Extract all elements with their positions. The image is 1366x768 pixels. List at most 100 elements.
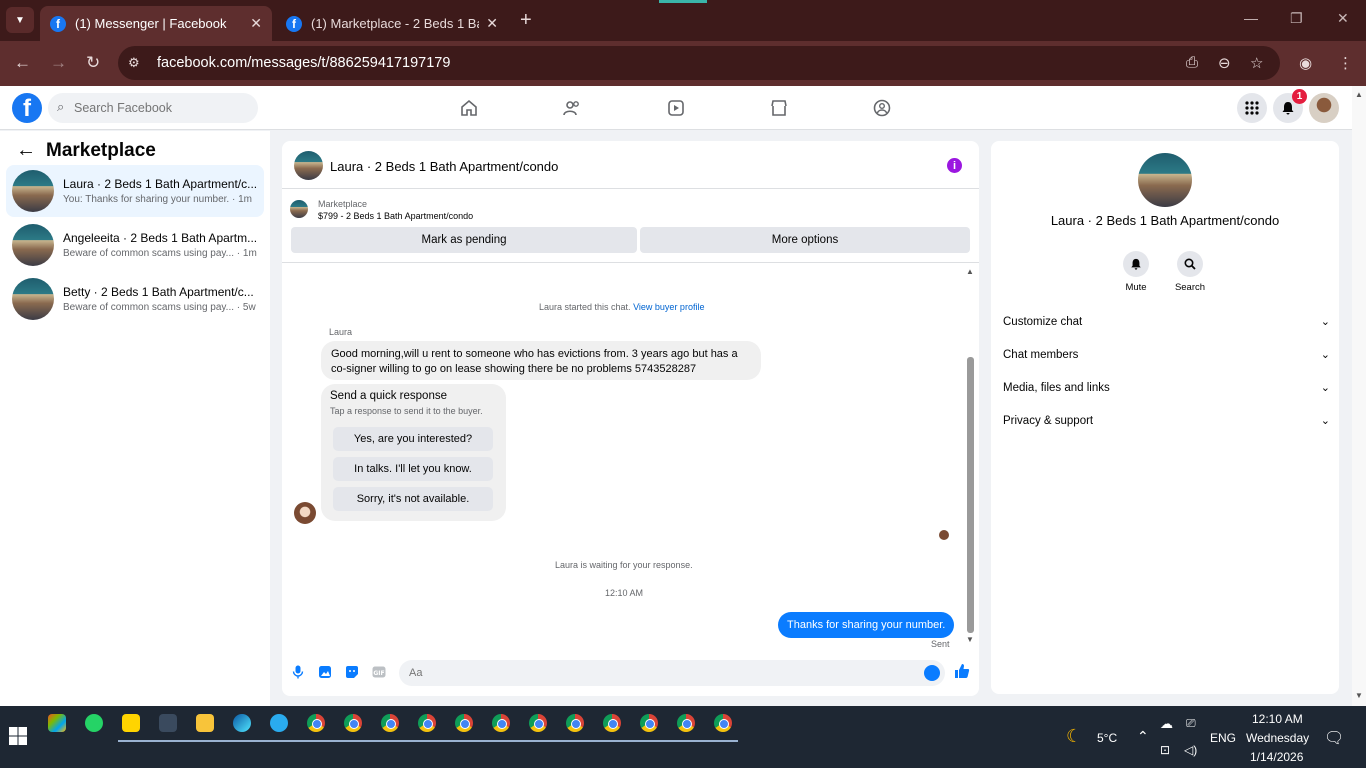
conversation-item[interactable]: Angeleeita · 2 Beds 1 Bath Apartm... Bew… [6, 219, 264, 271]
customize-chat-section[interactable]: Customize chat ⌄ [1003, 313, 1330, 333]
tab-search-button[interactable]: ▼ [6, 7, 34, 33]
close-tab-icon[interactable]: ✕ [486, 15, 498, 32]
scroll-up-icon[interactable]: ▲ [966, 267, 974, 276]
page-scrollbar[interactable]: ▲ ▼ [1352, 86, 1366, 706]
network-icon[interactable]: ⊡ [1160, 743, 1170, 757]
chrome-icon[interactable] [566, 714, 584, 732]
address-bar[interactable]: ⚙ facebook.com/messages/t/88625941719717… [118, 46, 1280, 80]
edge-icon[interactable] [233, 714, 251, 732]
sender-avatar[interactable] [294, 502, 316, 524]
new-tab-button[interactable]: + [520, 9, 532, 32]
copilot-icon[interactable] [48, 714, 66, 732]
weather-moon-icon[interactable]: ☾ [1066, 726, 1082, 747]
back-button[interactable]: ← [14, 53, 31, 73]
scroll-thumb[interactable] [967, 357, 974, 633]
meet-now-icon[interactable]: ⎚ [1186, 716, 1196, 731]
view-buyer-profile-link[interactable]: View buyer profile [633, 302, 704, 312]
quick-response-button[interactable]: In talks. I'll let you know. [333, 457, 493, 481]
zoom-icon[interactable]: ⊖ [1218, 54, 1231, 72]
profile-icon[interactable]: ◉ [1299, 54, 1312, 72]
windows-start-icon[interactable] [9, 727, 27, 745]
chrome-icon[interactable] [677, 714, 695, 732]
chat-title[interactable]: Laura · 2 Beds 1 Bath Apartment/condo [330, 159, 558, 174]
privacy-support-section[interactable]: Privacy & support ⌄ [1003, 412, 1330, 432]
close-tab-icon[interactable]: ✕ [250, 15, 262, 32]
mark-as-pending-button[interactable]: Mark as pending [291, 227, 637, 253]
clock-date[interactable]: 1/14/2026 [1250, 750, 1303, 764]
bookmark-star-icon[interactable]: ☆ [1250, 54, 1263, 72]
emoji-icon[interactable] [924, 665, 940, 681]
message-input[interactable] [409, 665, 909, 681]
site-info-icon[interactable]: ⚙ [128, 55, 140, 71]
whatsapp-icon[interactable] [85, 714, 103, 732]
friends-icon[interactable] [561, 97, 583, 119]
install-app-icon[interactable]: ⎙ [1186, 54, 1198, 71]
language-indicator[interactable]: ENG [1210, 731, 1236, 745]
groups-icon[interactable] [871, 97, 893, 119]
gif-icon[interactable]: GIF [371, 664, 387, 680]
home-icon[interactable] [458, 97, 480, 119]
quick-response-button[interactable]: Yes, are you interested? [333, 427, 493, 451]
chat-header: Laura · 2 Beds 1 Bath Apartment/condo i [282, 141, 979, 189]
browser-tab-bar: ▼ f (1) Messenger | Facebook ✕ f (1) Mar… [0, 0, 1366, 41]
menu-grid-icon[interactable] [1237, 93, 1267, 123]
tray-overflow-icon[interactable]: ⌃ [1137, 728, 1149, 745]
chrome-icon[interactable] [455, 714, 473, 732]
message-composer[interactable] [399, 660, 945, 686]
close-window-button[interactable]: ✕ [1337, 10, 1349, 27]
chrome-icon[interactable] [529, 714, 547, 732]
watch-icon[interactable] [665, 97, 687, 119]
info-icon[interactable]: i [947, 158, 962, 173]
forward-button[interactable]: → [50, 53, 67, 73]
chrome-icon[interactable] [307, 714, 325, 732]
chat-scrollbar[interactable]: ▲ ▼ [965, 265, 976, 647]
mute-button[interactable]: Mute [1116, 251, 1156, 293]
tab-marketplace[interactable]: f (1) Marketplace - 2 Beds 1 Bath ✕ [276, 6, 508, 41]
facebook-search[interactable]: ⌕ [48, 93, 258, 123]
scroll-up-icon[interactable]: ▲ [1355, 90, 1363, 99]
app-icon[interactable] [159, 714, 177, 732]
marketplace-icon[interactable] [768, 97, 790, 119]
chrome-icon[interactable] [418, 714, 436, 732]
search-in-chat-button[interactable]: Search [1170, 251, 1210, 293]
thumbs-up-icon[interactable] [954, 663, 970, 684]
restore-button[interactable]: ❐ [1290, 10, 1303, 27]
account-avatar[interactable] [1309, 93, 1339, 123]
chrome-icon[interactable] [381, 714, 399, 732]
chrome-icon[interactable] [714, 714, 732, 732]
sticky-notes-icon[interactable] [122, 714, 140, 732]
quick-response-button[interactable]: Sorry, it's not available. [333, 487, 493, 511]
minimize-button[interactable]: — [1244, 10, 1258, 26]
conversation-item[interactable]: Betty · 2 Beds 1 Bath Apartment/c... Bew… [6, 273, 264, 325]
temperature[interactable]: 5°C [1097, 731, 1117, 745]
chat-thumbnail[interactable] [294, 151, 323, 180]
media-files-links-section[interactable]: Media, files and links ⌄ [1003, 379, 1330, 399]
onedrive-icon[interactable]: ☁ [1160, 716, 1173, 732]
chrome-icon[interactable] [492, 714, 510, 732]
scroll-down-icon[interactable]: ▼ [966, 635, 974, 644]
chrome-icon[interactable] [344, 714, 362, 732]
more-options-button[interactable]: More options [640, 227, 970, 253]
chat-profile-thumbnail[interactable] [1138, 153, 1192, 207]
notification-center-icon[interactable]: 🗨 [1324, 728, 1344, 748]
volume-icon[interactable]: ◁) [1184, 743, 1197, 757]
chat-members-section[interactable]: Chat members ⌄ [1003, 346, 1330, 366]
back-arrow-icon[interactable]: ← [16, 139, 36, 162]
conversation-item[interactable]: Laura · 2 Beds 1 Bath Apartment/c... You… [6, 165, 264, 217]
browser-menu-icon[interactable]: ⋮ [1338, 54, 1353, 72]
telegram-icon[interactable] [270, 714, 288, 732]
file-explorer-icon[interactable] [196, 714, 214, 732]
chrome-icon[interactable] [603, 714, 621, 732]
tab-messenger[interactable]: f (1) Messenger | Facebook ✕ [40, 6, 272, 41]
sticker-icon[interactable] [344, 664, 360, 680]
clock-day[interactable]: Wednesday [1246, 731, 1309, 745]
facebook-logo[interactable]: f [12, 93, 42, 123]
clock-time[interactable]: 12:10 AM [1252, 712, 1303, 726]
chrome-icon[interactable] [640, 714, 658, 732]
section-label: Privacy & support [1003, 415, 1094, 427]
reload-button[interactable]: ↻ [86, 53, 100, 73]
search-input[interactable] [74, 98, 244, 118]
scroll-down-icon[interactable]: ▼ [1355, 691, 1363, 700]
photo-icon[interactable] [317, 664, 333, 680]
microphone-icon[interactable] [290, 664, 306, 680]
